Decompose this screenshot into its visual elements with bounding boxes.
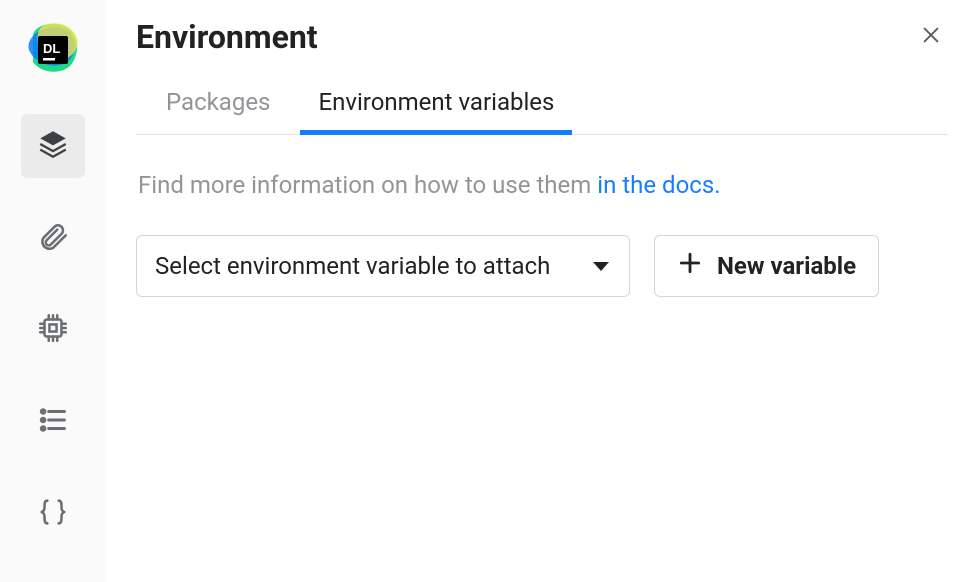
paperclip-icon (36, 219, 70, 257)
page-title: Environment (136, 18, 318, 56)
tab-packages[interactable]: Packages (166, 88, 270, 134)
outline-nav[interactable] (21, 390, 85, 454)
select-placeholder: Select environment variable to attach (155, 252, 550, 280)
plus-icon (677, 250, 703, 282)
info-text: Find more information on how to use them… (136, 171, 948, 199)
tab-environment-variables[interactable]: Environment variables (318, 88, 554, 134)
header: Environment (136, 18, 948, 56)
main-panel: Environment Packages Environment variabl… (106, 0, 972, 582)
layers-icon (36, 127, 70, 165)
code-nav[interactable] (21, 482, 85, 546)
environment-nav[interactable] (21, 114, 85, 178)
app-logo: DL (23, 18, 83, 78)
chip-icon (36, 311, 70, 349)
braces-icon (36, 495, 70, 533)
info-prefix: Find more information on how to use them (138, 171, 597, 199)
docs-link[interactable]: in the docs. (597, 171, 720, 199)
new-variable-label: New variable (717, 252, 856, 280)
chevron-down-icon (593, 262, 609, 271)
compute-nav[interactable] (21, 298, 85, 362)
svg-text:DL: DL (43, 41, 60, 56)
new-variable-button[interactable]: New variable (654, 235, 879, 297)
tabs: Packages Environment variables (136, 88, 948, 135)
close-button[interactable] (914, 18, 948, 56)
env-variable-select[interactable]: Select environment variable to attach (136, 235, 630, 297)
close-icon (920, 31, 942, 50)
sidebar: DL (0, 0, 106, 582)
attachments-nav[interactable] (21, 206, 85, 270)
controls-row: Select environment variable to attach Ne… (136, 235, 948, 297)
list-icon (36, 403, 70, 441)
